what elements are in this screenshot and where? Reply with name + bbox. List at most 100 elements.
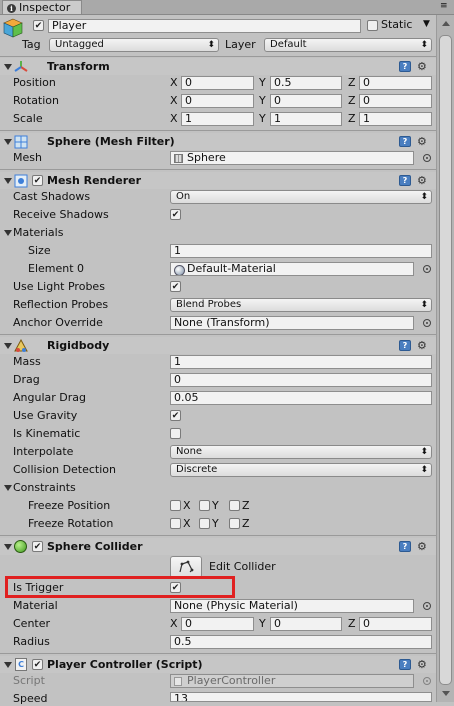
player-controller-header[interactable]: C Player Controller (Script) ? ⚙ — [0, 656, 436, 673]
foldout-icon[interactable] — [4, 662, 12, 668]
interpolate-dropdown[interactable]: None ⬍ — [170, 445, 432, 459]
center-x-field[interactable]: 0 — [181, 617, 254, 631]
tab-menu-icon[interactable]: ≡ — [440, 1, 448, 11]
transform-header[interactable]: Transform ? ⚙ — [0, 58, 436, 75]
scale-z-field[interactable]: 1 — [359, 112, 432, 126]
gear-icon[interactable]: ⚙ — [417, 136, 427, 147]
script-field: PlayerController — [170, 674, 414, 688]
mesh-renderer-enabled-checkbox[interactable] — [32, 175, 43, 186]
is-kinematic-checkbox[interactable] — [170, 428, 181, 439]
scroll-down-icon[interactable] — [442, 691, 450, 696]
center-z-field[interactable]: 0 — [359, 617, 432, 631]
angular-drag-label: Angular Drag — [13, 391, 86, 404]
materials-size-field[interactable]: 1 — [170, 244, 432, 258]
tab-inspector[interactable]: i Inspector — [2, 0, 82, 14]
foldout-icon[interactable] — [4, 64, 12, 70]
layer-label: Layer — [225, 38, 256, 51]
freeze-rotation-z-checkbox[interactable] — [229, 518, 240, 529]
static-dropdown-icon[interactable]: ▼ — [423, 19, 430, 29]
object-name-field[interactable]: Player — [48, 19, 361, 33]
anchor-override-label: Anchor Override — [13, 316, 103, 329]
help-icon[interactable]: ? — [399, 541, 411, 552]
materials-foldout-icon[interactable] — [4, 230, 12, 236]
mass-field[interactable]: 1 — [170, 355, 432, 369]
active-checkbox[interactable] — [33, 20, 44, 31]
center-y-field[interactable]: 0 — [270, 617, 342, 631]
cast-shadows-dropdown[interactable]: On ⬍ — [170, 190, 432, 204]
foldout-icon[interactable] — [4, 343, 12, 349]
help-icon[interactable]: ? — [399, 61, 411, 72]
position-x-field[interactable]: 0 — [181, 76, 254, 90]
player-controller-enabled-checkbox[interactable] — [32, 659, 43, 670]
rotation-y-field[interactable]: 0 — [270, 94, 342, 108]
object-picker-icon[interactable] — [423, 319, 431, 327]
object-picker-icon[interactable] — [423, 602, 431, 610]
element0-field[interactable]: Default-Material — [170, 262, 414, 276]
freeze-position-x-checkbox[interactable] — [170, 500, 181, 511]
reflection-probes-dropdown[interactable]: Blend Probes ⬍ — [170, 298, 432, 312]
help-icon[interactable]: ? — [399, 136, 411, 147]
object-picker-icon[interactable] — [423, 154, 431, 162]
gear-icon[interactable]: ⚙ — [417, 175, 427, 186]
freeze-position-y-checkbox[interactable] — [199, 500, 210, 511]
gear-icon[interactable]: ⚙ — [417, 340, 427, 351]
sphere-collider-title: Sphere Collider — [47, 540, 143, 553]
foldout-icon[interactable] — [4, 139, 12, 145]
divider — [0, 334, 436, 335]
help-icon[interactable]: ? — [399, 175, 411, 186]
freeze-rotation-y-checkbox[interactable] — [199, 518, 210, 529]
axis-z-label: Z — [348, 76, 356, 89]
gear-icon[interactable]: ⚙ — [417, 541, 427, 552]
rigidbody-header[interactable]: Rigidbody ? ⚙ — [0, 337, 436, 354]
mass-label: Mass — [13, 355, 41, 368]
tag-value: Untagged — [55, 39, 104, 50]
position-z-field[interactable]: 0 — [359, 76, 432, 90]
scroll-up-icon[interactable] — [442, 21, 450, 26]
anchor-override-field[interactable]: None (Transform) — [170, 316, 414, 330]
dropdown-arrow-icon: ⬍ — [420, 300, 428, 310]
tag-dropdown[interactable]: Untagged ⬍ — [49, 38, 219, 52]
scrollbar[interactable] — [436, 15, 454, 702]
speed-field[interactable]: 13 — [170, 692, 432, 702]
rotation-x-field[interactable]: 0 — [181, 94, 254, 108]
help-icon[interactable]: ? — [399, 340, 411, 351]
rotation-z-field[interactable]: 0 — [359, 94, 432, 108]
use-gravity-checkbox[interactable] — [170, 410, 181, 421]
object-picker-icon[interactable] — [423, 265, 431, 273]
gear-icon[interactable]: ⚙ — [417, 659, 427, 670]
dropdown-arrow-icon: ⬍ — [420, 465, 428, 475]
element0-label: Element 0 — [28, 262, 85, 275]
sphere-collider-header[interactable]: Sphere Collider ? ⚙ — [0, 538, 436, 555]
drag-label: Drag — [13, 373, 40, 386]
mesh-field[interactable]: Sphere — [170, 151, 414, 165]
foldout-icon[interactable] — [4, 178, 12, 184]
constraints-foldout-icon[interactable] — [4, 485, 12, 491]
light-probes-checkbox[interactable] — [170, 281, 181, 292]
mesh-renderer-header[interactable]: Mesh Renderer ? ⚙ — [0, 172, 436, 189]
edit-collider-button[interactable] — [170, 556, 202, 578]
reflection-probes-value: Blend Probes — [176, 299, 242, 310]
position-y-field[interactable]: 0.5 — [270, 76, 342, 90]
freeze-rotation-x-checkbox[interactable] — [170, 518, 181, 529]
scale-x-field[interactable]: 1 — [181, 112, 254, 126]
speed-label: Speed — [13, 692, 48, 705]
static-checkbox[interactable] — [367, 20, 378, 31]
edit-collider-icon — [179, 560, 194, 573]
angular-drag-field[interactable]: 0.05 — [170, 391, 432, 405]
drag-field[interactable]: 0 — [170, 373, 432, 387]
dropdown-arrow-icon: ⬍ — [420, 447, 428, 457]
radius-field[interactable]: 0.5 — [170, 635, 432, 649]
axis-x-label: X — [170, 112, 178, 125]
physic-material-field[interactable]: None (Physic Material) — [170, 599, 414, 613]
receive-shadows-checkbox[interactable] — [170, 209, 181, 220]
sphere-collider-enabled-checkbox[interactable] — [32, 541, 43, 552]
scroll-thumb[interactable] — [439, 35, 452, 685]
gear-icon[interactable]: ⚙ — [417, 61, 427, 72]
help-icon[interactable]: ? — [399, 659, 411, 670]
layer-dropdown[interactable]: Default ⬍ — [264, 38, 432, 52]
foldout-icon[interactable] — [4, 544, 12, 550]
scale-y-field[interactable]: 1 — [270, 112, 342, 126]
freeze-position-z-checkbox[interactable] — [229, 500, 240, 511]
mesh-filter-header[interactable]: Sphere (Mesh Filter) ? ⚙ — [0, 133, 436, 150]
collision-detection-dropdown[interactable]: Discrete ⬍ — [170, 463, 432, 477]
